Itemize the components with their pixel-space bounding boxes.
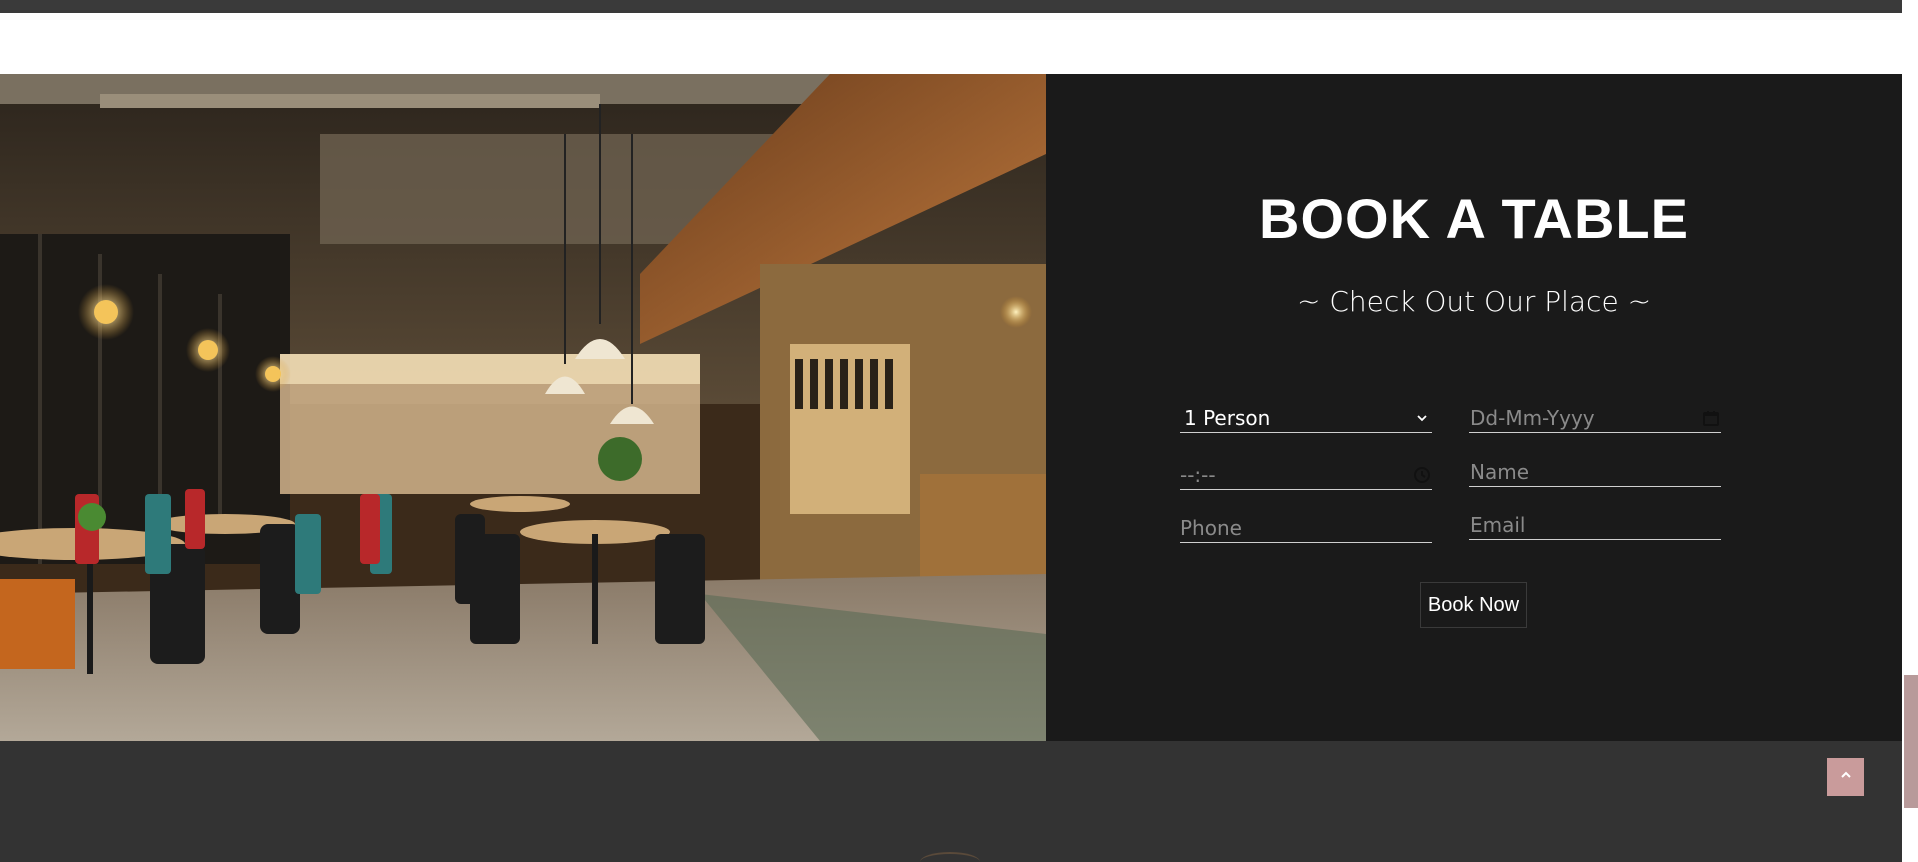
calendar-icon[interactable] bbox=[1701, 408, 1721, 428]
party-size-value: 1 Person bbox=[1184, 406, 1271, 430]
restaurant-interior-photo bbox=[0, 74, 1046, 741]
page-title: BOOK A TABLE bbox=[1259, 187, 1689, 250]
time-placeholder: --:-- bbox=[1180, 463, 1216, 487]
date-placeholder: Dd-Mm-Yyyy bbox=[1470, 406, 1595, 430]
name-placeholder: Name bbox=[1470, 460, 1530, 484]
page-subtitle: ~ Check Out Our Place ~ bbox=[1296, 285, 1652, 318]
date-input[interactable]: Dd-Mm-Yyyy bbox=[1469, 402, 1721, 433]
name-input[interactable]: Name bbox=[1469, 456, 1721, 487]
phone-input[interactable]: Phone bbox=[1180, 512, 1432, 543]
chevron-down-icon bbox=[1412, 408, 1432, 428]
email-input[interactable]: Email bbox=[1469, 509, 1721, 540]
header-band bbox=[0, 13, 1902, 74]
party-size-select[interactable]: 1 Person bbox=[1180, 402, 1432, 433]
time-input[interactable]: --:-- bbox=[1180, 459, 1432, 490]
email-placeholder: Email bbox=[1470, 513, 1526, 537]
clock-icon[interactable] bbox=[1412, 465, 1432, 485]
chevron-up-icon bbox=[1839, 768, 1853, 787]
top-strip bbox=[0, 0, 1902, 13]
back-to-top-button[interactable] bbox=[1827, 758, 1864, 796]
scrollbar-thumb[interactable] bbox=[1904, 675, 1918, 808]
footer-arc-decoration bbox=[920, 852, 980, 862]
book-a-table-panel: BOOK A TABLE ~ Check Out Our Place ~ 1 P… bbox=[1046, 74, 1902, 741]
book-now-button[interactable]: Book Now bbox=[1420, 582, 1527, 628]
phone-placeholder: Phone bbox=[1180, 516, 1242, 540]
